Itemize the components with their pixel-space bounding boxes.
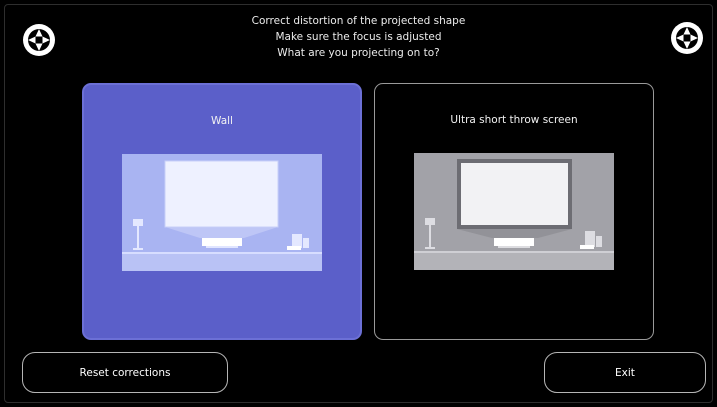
instruction-line-3: What are you projecting on to? xyxy=(277,47,440,59)
option-label-ust-screen: Ultra short throw screen xyxy=(450,114,578,126)
alignment-target-icon xyxy=(671,22,703,54)
option-card-ust-screen[interactable]: Ultra short throw screen xyxy=(374,83,654,340)
option-card-wall[interactable]: Wall xyxy=(82,83,362,340)
wall-projection-illustration xyxy=(122,154,322,271)
ust-screen-illustration xyxy=(414,153,614,270)
exit-button[interactable]: Exit xyxy=(544,352,706,393)
instructions: Correct distortion of the projected shap… xyxy=(180,13,537,61)
alignment-target-icon xyxy=(23,24,55,56)
option-label-wall: Wall xyxy=(211,115,233,127)
instruction-line-1: Correct distortion of the projected shap… xyxy=(251,15,466,27)
instruction-line-2: Make sure the focus is adjusted xyxy=(275,31,442,43)
reset-corrections-button[interactable]: Reset corrections xyxy=(22,352,228,393)
